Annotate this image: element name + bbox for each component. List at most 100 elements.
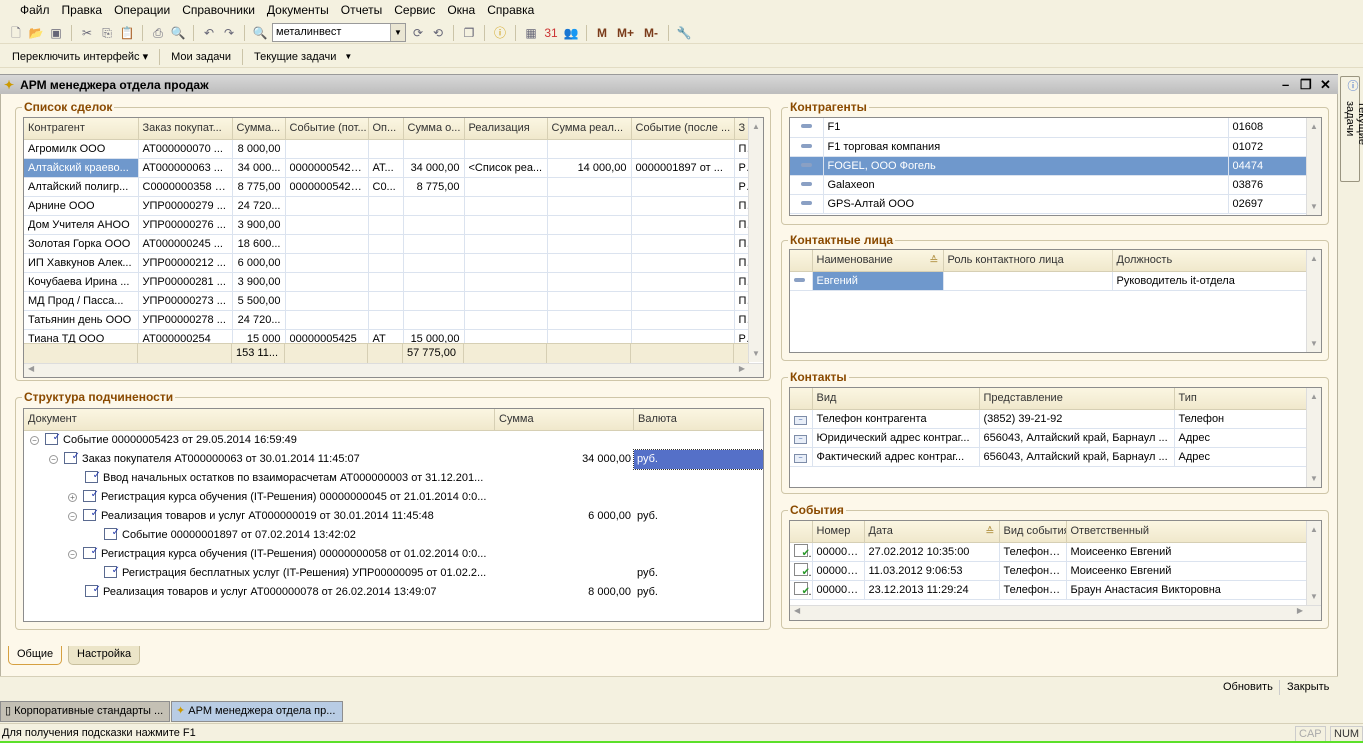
contacts-scrollbar[interactable]: ▲ ▼ xyxy=(1306,388,1321,487)
events-vertical-scrollbar[interactable]: ▲ ▼ xyxy=(1306,521,1321,605)
restore-icon[interactable]: ❐ xyxy=(1300,77,1312,93)
column-type[interactable]: Тип xyxy=(1174,388,1309,410)
preview-icon[interactable]: 🔍 xyxy=(170,25,186,41)
deal-row[interactable]: Агромилк ООО АТ000000070 ... 8 000,00 П xyxy=(24,139,750,159)
menu-references[interactable]: Справочники xyxy=(176,3,261,17)
counterparty-row[interactable]: F1 торговая компания 01072 xyxy=(790,137,1309,157)
info-icon[interactable]: ⓘ xyxy=(492,25,508,41)
counterparties-table[interactable]: F1 01608 F1 торговая компания 01072 FOGEL, О… xyxy=(789,117,1322,216)
menu-windows[interactable]: Окна xyxy=(441,3,481,17)
memory-plus-button[interactable]: M+ xyxy=(614,26,637,40)
tree-row[interactable]: + Регистрация курса обучения (IT-Решения)… xyxy=(24,485,763,507)
search-input[interactable]: металинвест ▼ xyxy=(272,23,406,42)
current-tasks-side-tab[interactable]: ⓘ Текущие задачи xyxy=(1340,76,1363,182)
deal-row[interactable]: Кочубаева Ирина ... УПР00000281 ... 3 900,… xyxy=(24,272,750,292)
contact-row[interactable]: ~ Юридический адрес контраг... 656043, Алт… xyxy=(790,428,1309,448)
event-row[interactable]: 000000...27.02.2012 10:35:00Телефонн...М… xyxy=(790,542,1309,562)
menu-edit[interactable]: Правка xyxy=(56,3,109,17)
cut-icon[interactable]: ✂ xyxy=(79,25,95,41)
search-dropdown-icon[interactable]: ▼ xyxy=(390,24,405,41)
task-corporate-standards[interactable]: ▯ Корпоративные стандарты ... xyxy=(0,701,170,722)
menu-service[interactable]: Сервис xyxy=(388,3,441,17)
column-sum[interactable]: Сумма xyxy=(495,409,634,430)
redo-icon[interactable]: ↷ xyxy=(221,25,237,41)
close-icon[interactable]: ✕ xyxy=(1320,77,1331,93)
new-icon[interactable]: 🗋 xyxy=(8,25,24,41)
structure-tree[interactable]: Документ Сумма Валюта −Событие 000000054… xyxy=(23,408,764,622)
column-header[interactable]: Заказ покупат... xyxy=(138,118,233,140)
contact-persons-table[interactable]: Наименование ≙ Роль контактного лица Должно… xyxy=(789,249,1322,353)
close-button[interactable]: Закрыть xyxy=(1287,681,1329,693)
tree-row[interactable]: − Реализация товаров и услуг АТ000000019 … xyxy=(24,504,763,526)
menu-reports[interactable]: Отчеты xyxy=(335,3,388,17)
switch-interface-button[interactable]: Переключить интерфейс ▾ xyxy=(8,50,152,63)
column-header[interactable]: Сумма... xyxy=(232,118,286,140)
menu-operations[interactable]: Операции xyxy=(108,3,176,17)
column-date[interactable]: Дата ≙ xyxy=(864,521,1000,543)
column-position[interactable]: Должность xyxy=(1112,250,1309,272)
tree-row[interactable]: − Заказ покупателя АТ000000063 от 30.01.2… xyxy=(24,447,763,470)
minimize-icon[interactable]: – xyxy=(1282,77,1289,92)
windows-icon[interactable]: ❐ xyxy=(461,25,477,41)
contact-row[interactable]: ~ Телефон контрагента (3852) 39-21-92 Телеф… xyxy=(790,409,1309,429)
tree-row[interactable]: Реализация товаров и услуг АТ000000078 о… xyxy=(24,580,763,602)
column-header[interactable]: Оп... xyxy=(368,118,404,140)
counterparty-row[interactable]: FOGEL, ООО Фогель 04474 xyxy=(790,156,1309,176)
deals-table[interactable]: Контрагент Заказ покупат... Сумма... Событи… xyxy=(23,117,764,378)
my-tasks-button[interactable]: Мои задачи xyxy=(167,51,235,63)
tree-row[interactable]: Событие 00000001897 от 07.02.2014 13:42:… xyxy=(24,523,763,545)
events-horizontal-scrollbar[interactable]: ◀ ▶ xyxy=(790,605,1321,620)
collapse-icon[interactable]: − xyxy=(49,455,58,464)
users-icon[interactable]: 👥 xyxy=(563,25,579,41)
deal-row[interactable]: Золотая Горка ООО АТ000000245 ... 18 600..… xyxy=(24,234,750,254)
tree-row[interactable]: − Регистрация курса обучения (IT-Решения)… xyxy=(24,542,763,564)
column-representation[interactable]: Представление xyxy=(979,388,1175,410)
contact-person-row[interactable]: Евгений Руководитель it-отдела xyxy=(790,271,1309,291)
deals-horizontal-scrollbar[interactable]: ◀ ▶ xyxy=(24,363,763,377)
expand-icon[interactable]: + xyxy=(68,493,77,502)
memory-button[interactable]: M xyxy=(594,26,610,40)
chevron-down-icon[interactable]: ▼ xyxy=(344,52,352,61)
find-prev-icon[interactable]: ⟲ xyxy=(430,25,446,41)
print-icon[interactable]: ⎙ xyxy=(150,25,166,41)
memory-minus-button[interactable]: M- xyxy=(641,26,661,40)
menu-help[interactable]: Справка xyxy=(481,3,540,17)
column-name[interactable]: Наименование ≙ xyxy=(812,250,944,272)
column-header[interactable]: Сумма реал... xyxy=(547,118,632,140)
tree-row[interactable]: Ввод начальных остатков по взаиморасчета… xyxy=(24,466,763,488)
calendar-icon[interactable]: 31 xyxy=(543,25,559,41)
settings-icon[interactable]: 🔧 xyxy=(676,25,692,41)
contact-persons-scrollbar[interactable]: ▲ ▼ xyxy=(1306,250,1321,352)
deal-row[interactable]: Алтайский краево... АТ000000063 ... 34 000… xyxy=(24,158,750,178)
tab-general[interactable]: Общие xyxy=(8,646,63,665)
current-tasks-button[interactable]: Текущие задачи xyxy=(250,51,340,63)
tree-row[interactable]: Регистрация бесплатных услуг (IT-Решения… xyxy=(24,561,763,583)
refresh-button[interactable]: Обновить xyxy=(1223,681,1273,693)
column-header[interactable]: Событие (пот... xyxy=(285,118,369,140)
event-row[interactable]: 000000...23.12.2013 11:29:24Телефонн...Б… xyxy=(790,580,1309,600)
column-header[interactable]: Событие (после ... xyxy=(631,118,735,140)
contact-row[interactable]: ~ Фактический адрес контраг... 656043, Алт… xyxy=(790,447,1309,467)
counterparty-row[interactable]: Galaxeon 03876 xyxy=(790,175,1309,195)
save-icon[interactable]: ▣ xyxy=(48,25,64,41)
collapse-icon[interactable]: − xyxy=(30,436,39,445)
deal-row[interactable]: Арнине ООО УПР00000279 ... 24 720... П xyxy=(24,196,750,216)
events-table[interactable]: НомерДата ≙ Вид событияОтветственный 00000… xyxy=(789,520,1322,621)
tab-settings[interactable]: Настройка xyxy=(68,646,141,665)
column-role[interactable]: Роль контактного лица xyxy=(943,250,1113,272)
undo-icon[interactable]: ↶ xyxy=(201,25,217,41)
column-header[interactable]: З xyxy=(734,118,750,140)
menu-documents[interactable]: Документы xyxy=(261,3,335,17)
column-kind[interactable]: Вид xyxy=(812,388,980,410)
column-number[interactable]: Номер xyxy=(812,521,865,543)
deals-vertical-scrollbar[interactable]: ▲ ▼ xyxy=(748,118,763,362)
collapse-icon[interactable]: − xyxy=(68,512,77,521)
counterparty-row[interactable]: F1 01608 xyxy=(790,118,1309,138)
task-sales-manager[interactable]: ✦ АРМ менеджера отдела пр... xyxy=(171,701,343,722)
paste-icon[interactable]: 📋 xyxy=(119,25,135,41)
copy-icon[interactable]: ⎘ xyxy=(99,25,115,41)
column-header[interactable]: Реализация xyxy=(464,118,548,140)
counterparty-row[interactable]: GPS-Алтай ООО 02697 xyxy=(790,194,1309,214)
collapse-icon[interactable]: − xyxy=(68,550,77,559)
column-header[interactable]: Сумма о... xyxy=(403,118,465,140)
